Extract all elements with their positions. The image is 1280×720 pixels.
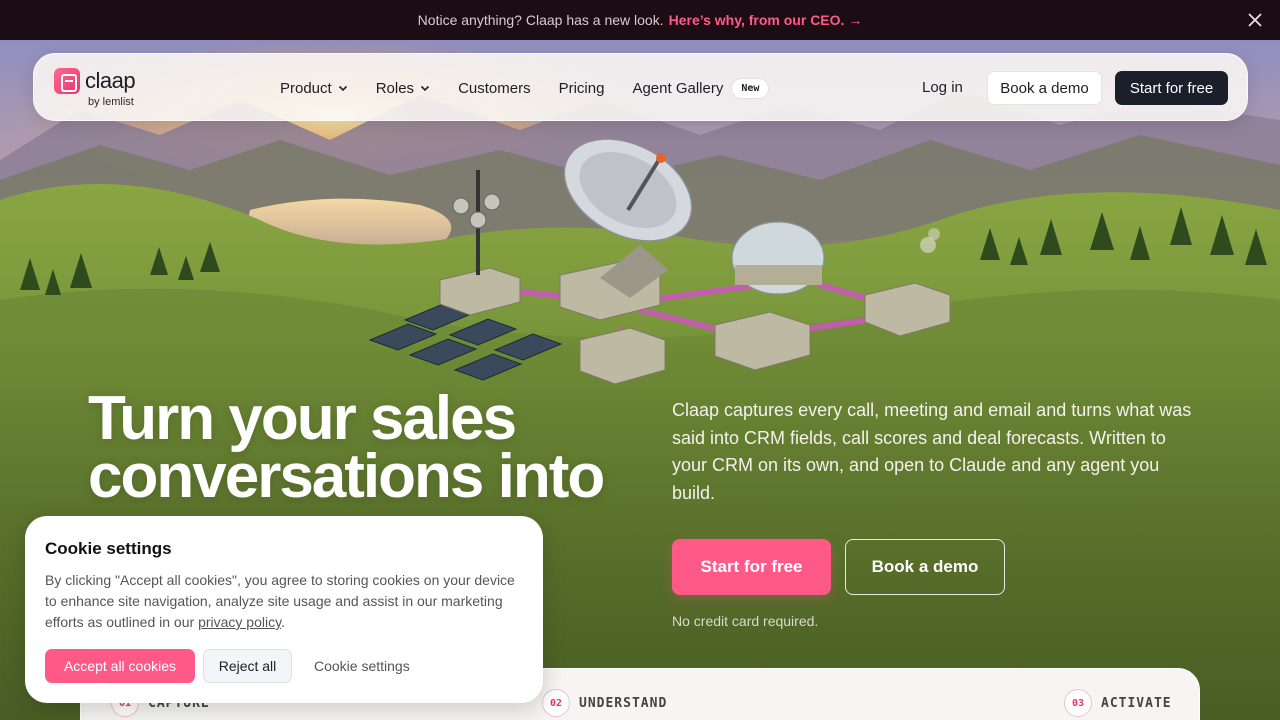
nav-item-label: Agent Gallery [632,79,724,97]
nav-item-label: Customers [458,79,531,97]
cookie-title: Cookie settings [45,539,172,558]
step-label: UNDERSTAND [579,695,668,711]
nav-item-label: Pricing [558,79,605,97]
logo-wordmark: claap [85,68,136,93]
main-navigation: claap by lemlist Product Roles Customers… [33,53,1248,121]
hero-headline: Turn your sales conversations into [88,388,648,508]
cookie-description: By clicking "Accept all cookies", you ag… [45,570,525,633]
announcement-text: Notice anything? Claap has a new look. [417,12,664,28]
book-demo-button[interactable]: Book a demo [987,71,1102,105]
nav-item-label: Product [280,79,332,97]
chevron-down-icon [420,85,430,92]
step-number: 02 [542,689,570,717]
no-credit-card-note: No credit card required. [672,613,819,629]
hero-book-demo-button[interactable]: Book a demo [845,539,1005,595]
nav-item-label: Roles [375,79,415,97]
nav-item-product[interactable]: Product [280,80,348,97]
cookie-consent-dialog: Cookie settings By clicking "Accept all … [25,516,543,703]
step-label: ACTIVATE [1101,695,1172,711]
nav-item-pricing[interactable]: Pricing [559,80,605,97]
nav-item-agent-gallery[interactable]: Agent Gallery New [632,77,770,99]
headline-line-2: conversations into [88,442,605,511]
accept-all-cookies-button[interactable]: Accept all cookies [45,649,195,683]
hero-subcopy: Claap captures every call, meeting and e… [672,400,1192,503]
announcement-bar: Notice anything? Claap has a new look. H… [0,0,1280,40]
new-badge: New [731,77,770,99]
nav-menu: Product Roles Customers Pricing Agent Ga… [280,54,797,122]
privacy-policy-link[interactable]: privacy policy [198,614,281,630]
hero-start-free-button[interactable]: Start for free [672,539,831,595]
nav-item-roles[interactable]: Roles [376,80,430,97]
close-icon[interactable] [1247,12,1263,28]
announcement-link[interactable]: Here’s why, from our CEO. → [669,12,863,28]
step-understand: 02 UNDERSTAND [542,689,667,717]
claap-logo-icon [54,68,80,94]
cookie-settings-button[interactable]: Cookie settings [314,658,410,674]
step-number: 03 [1064,689,1092,717]
cookie-text-end: . [281,614,285,630]
claap-logo[interactable]: claap [54,68,136,94]
start-free-button[interactable]: Start for free [1115,71,1228,105]
logo-byline: by lemlist [88,96,134,108]
step-activate: 03 ACTIVATE [1064,689,1172,717]
reject-all-button[interactable]: Reject all [203,649,292,683]
login-link[interactable]: Log in [922,79,963,96]
chevron-down-icon [338,85,347,92]
nav-item-customers[interactable]: Customers [458,80,531,97]
